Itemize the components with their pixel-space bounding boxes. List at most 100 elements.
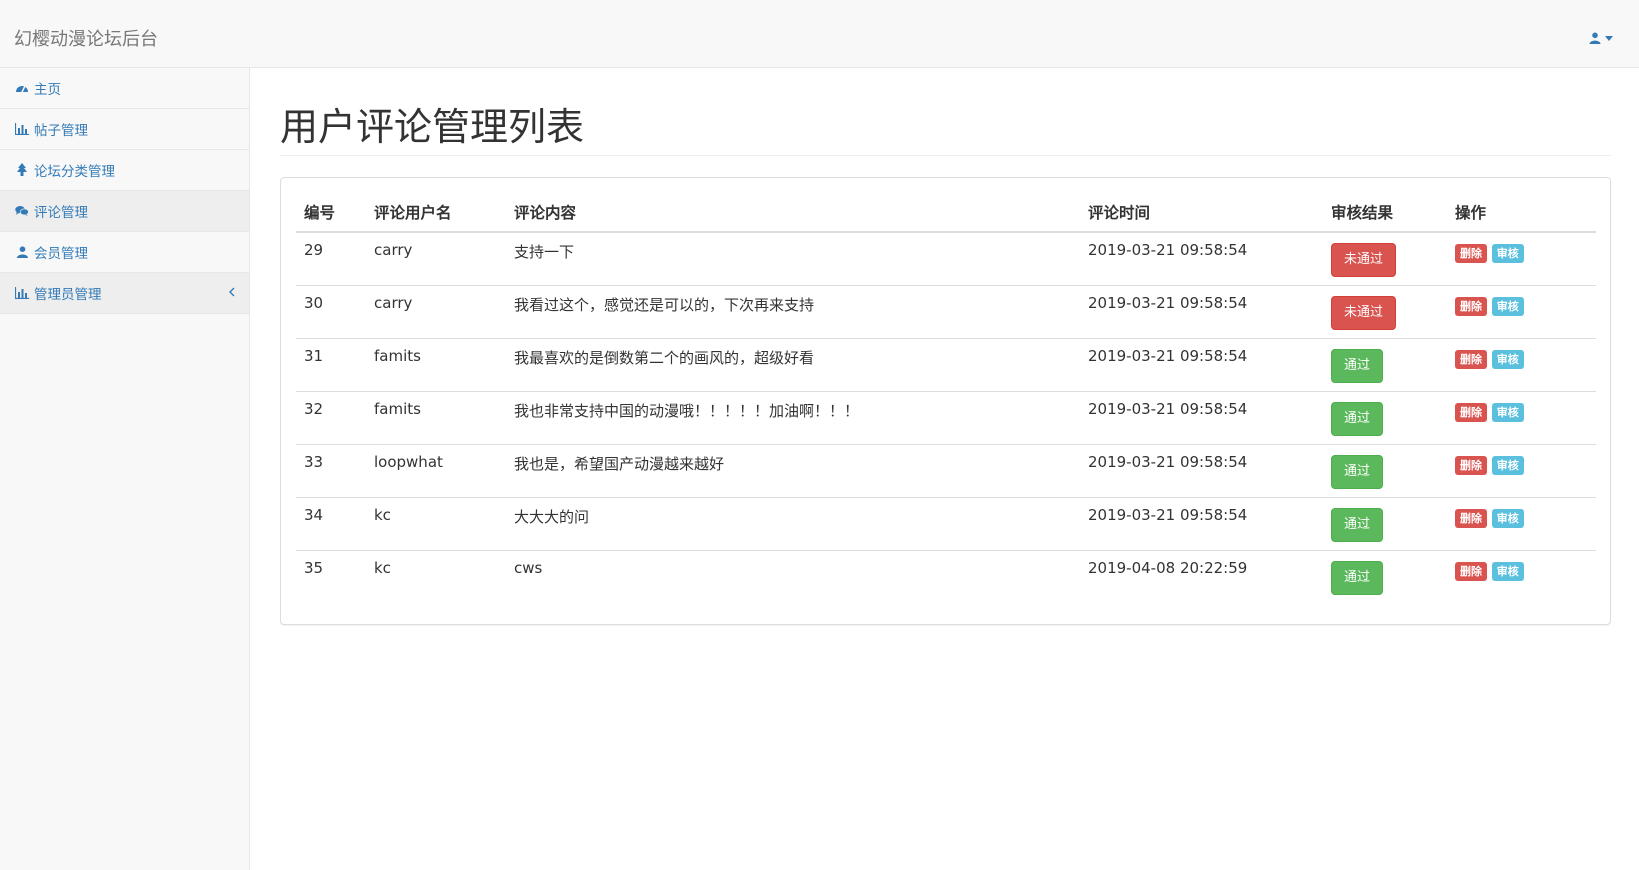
chevron-left-icon[interactable] (229, 285, 235, 301)
delete-button[interactable]: 删除 (1455, 562, 1487, 581)
cell-actions: 删除 审核 (1447, 285, 1596, 339)
caret-down-icon (1605, 35, 1613, 41)
cell-time: 2019-03-21 09:58:54 (1080, 231, 1323, 286)
cell-content: 我看过这个，感觉还是可以的，下次再来支持 (506, 285, 1080, 339)
delete-button[interactable]: 删除 (1455, 297, 1487, 316)
delete-button[interactable]: 删除 (1455, 456, 1487, 475)
cell-actions: 删除 审核 (1447, 550, 1596, 603)
sidebar-item-home[interactable]: 主页 (0, 68, 249, 109)
sidebar-item-label: 帖子管理 (34, 123, 88, 139)
status-approved-button[interactable]: 通过 (1331, 561, 1384, 595)
top-navbar: 幻樱动漫论坛后台 (0, 0, 1639, 68)
cell-time: 2019-03-21 09:58:54 (1080, 285, 1323, 339)
bar-chart-icon (15, 122, 29, 136)
sidebar-item-comments[interactable]: 评论管理 (0, 191, 249, 232)
cell-id: 30 (296, 285, 366, 339)
review-button[interactable]: 审核 (1491, 244, 1524, 263)
table-row: 34 kc 大大大的问 2019-03-21 09:58:54 通过 删除 审核 (296, 497, 1596, 551)
cell-status: 未通过 (1323, 285, 1447, 339)
cell-user: carry (366, 285, 506, 339)
sidebar-item-members[interactable]: 会员管理 (0, 232, 249, 273)
status-approved-button[interactable]: 通过 (1331, 402, 1384, 436)
status-approved-button[interactable]: 通过 (1331, 349, 1384, 383)
cell-time: 2019-03-21 09:58:54 (1080, 391, 1323, 445)
delete-button[interactable]: 删除 (1455, 403, 1487, 422)
delete-button[interactable]: 删除 (1455, 244, 1487, 263)
cell-id: 29 (296, 231, 366, 286)
cell-content: 我最喜欢的是倒数第二个的画风的，超级好看 (506, 338, 1080, 392)
review-button[interactable]: 审核 (1491, 456, 1524, 475)
comments-table: 编号 评论用户名 评论内容 评论时间 审核结果 操作 29 carry 支持一下… (296, 192, 1596, 603)
cell-status: 通过 (1323, 338, 1447, 392)
table-row: 32 famits 我也非常支持中国的动漫哦！！！！！加油啊！！！ 2019-0… (296, 391, 1596, 445)
table-row: 35 kc cws 2019-04-08 20:22:59 通过 删除 审核 (296, 550, 1596, 603)
cell-time: 2019-03-21 09:58:54 (1080, 444, 1323, 498)
review-button[interactable]: 审核 (1491, 509, 1524, 528)
cell-content: 支持一下 (506, 231, 1080, 286)
sidebar-item-categories[interactable]: 论坛分类管理 (0, 150, 249, 191)
delete-button[interactable]: 删除 (1455, 509, 1487, 528)
cell-user: kc (366, 550, 506, 603)
table-header-row: 编号 评论用户名 评论内容 评论时间 审核结果 操作 (296, 192, 1596, 233)
cell-id: 32 (296, 391, 366, 445)
user-icon (15, 245, 29, 259)
cell-user: kc (366, 497, 506, 551)
column-header-user: 评论用户名 (366, 192, 506, 233)
cell-user: famits (366, 391, 506, 445)
sidebar-item-label: 会员管理 (34, 246, 88, 262)
user-icon (1589, 32, 1601, 44)
sidebar-item-admins[interactable]: 管理员管理 (0, 273, 249, 314)
page-title: 用户评论管理列表 (280, 105, 585, 149)
sidebar-item-posts[interactable]: 帖子管理 (0, 109, 249, 150)
cell-id: 35 (296, 550, 366, 603)
cell-status: 未通过 (1323, 231, 1447, 286)
table-row: 30 carry 我看过这个，感觉还是可以的，下次再来支持 2019-03-21… (296, 285, 1596, 339)
cell-user: famits (366, 338, 506, 392)
delete-button[interactable]: 删除 (1455, 350, 1487, 369)
cell-actions: 删除 审核 (1447, 497, 1596, 551)
cell-time: 2019-04-08 20:22:59 (1080, 550, 1323, 603)
column-header-actions: 操作 (1447, 192, 1596, 233)
review-button[interactable]: 审核 (1491, 350, 1524, 369)
page-header: 用户评论管理列表 (280, 104, 1611, 156)
sidebar-item-label: 论坛分类管理 (34, 164, 115, 180)
sidebar: 主页 帖子管理 论坛分类管理 评论管理 会员管理 管理员管理 (0, 68, 250, 870)
cell-id: 33 (296, 444, 366, 498)
cell-actions: 删除 审核 (1447, 231, 1596, 286)
cell-actions: 删除 审核 (1447, 391, 1596, 445)
cell-time: 2019-03-21 09:58:54 (1080, 497, 1323, 551)
column-header-id: 编号 (296, 192, 366, 233)
status-approved-button[interactable]: 通过 (1331, 455, 1384, 489)
sidebar-item-label: 评论管理 (34, 205, 88, 221)
cell-time: 2019-03-21 09:58:54 (1080, 338, 1323, 392)
cell-status: 通过 (1323, 497, 1447, 551)
comments-panel: 编号 评论用户名 评论内容 评论时间 审核结果 操作 29 carry 支持一下… (280, 177, 1611, 625)
cell-status: 通过 (1323, 444, 1447, 498)
cell-user: carry (366, 231, 506, 286)
table-row: 29 carry 支持一下 2019-03-21 09:58:54 未通过 删除… (296, 231, 1596, 286)
status-rejected-button[interactable]: 未通过 (1331, 243, 1397, 277)
review-button[interactable]: 审核 (1491, 403, 1524, 422)
sidebar-item-label: 管理员管理 (34, 287, 102, 303)
user-menu-toggle[interactable] (1589, 32, 1613, 44)
status-rejected-button[interactable]: 未通过 (1331, 296, 1397, 330)
cell-id: 34 (296, 497, 366, 551)
review-button[interactable]: 审核 (1491, 297, 1524, 316)
column-header-time: 评论时间 (1080, 192, 1323, 233)
cell-user: loopwhat (366, 444, 506, 498)
cell-actions: 删除 审核 (1447, 444, 1596, 498)
cell-status: 通过 (1323, 391, 1447, 445)
cell-id: 31 (296, 338, 366, 392)
cell-content: 我也非常支持中国的动漫哦！！！！！加油啊！！！ (506, 391, 1080, 445)
sidebar-item-label: 主页 (34, 82, 61, 98)
cell-content: 大大大的问 (506, 497, 1080, 551)
cell-content: 我也是，希望国产动漫越来越好 (506, 444, 1080, 498)
table-row: 31 famits 我最喜欢的是倒数第二个的画风的，超级好看 2019-03-2… (296, 338, 1596, 392)
status-approved-button[interactable]: 通过 (1331, 508, 1384, 542)
comments-icon (15, 204, 29, 218)
dashboard-icon (15, 81, 29, 95)
cell-actions: 删除 审核 (1447, 338, 1596, 392)
table-row: 33 loopwhat 我也是，希望国产动漫越来越好 2019-03-21 09… (296, 444, 1596, 498)
brand-title[interactable]: 幻樱动漫论坛后台 (14, 28, 158, 52)
review-button[interactable]: 审核 (1491, 562, 1524, 581)
